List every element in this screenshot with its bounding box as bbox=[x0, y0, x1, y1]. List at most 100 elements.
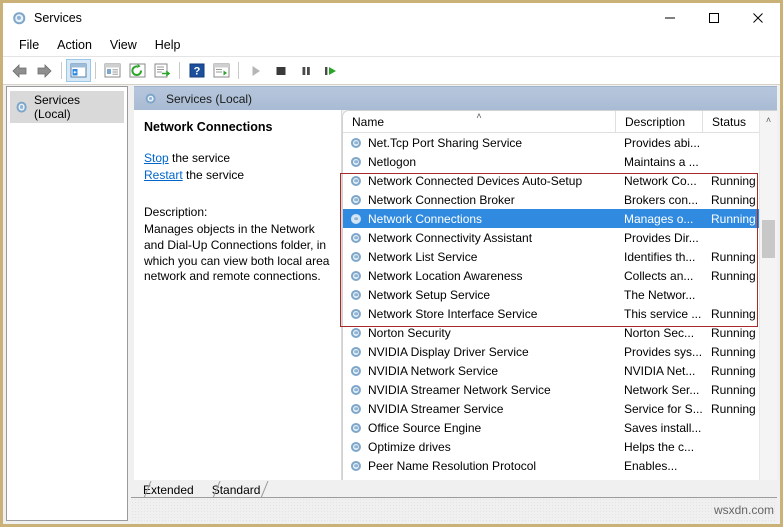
properties-icon[interactable] bbox=[100, 59, 125, 82]
service-gear-icon bbox=[349, 459, 363, 473]
table-row[interactable]: NVIDIA Network ServiceNVIDIA Net...Runni… bbox=[343, 361, 759, 380]
cell-description: Enables... bbox=[615, 459, 702, 473]
table-row[interactable]: Optimize drivesHelps the c... bbox=[343, 437, 759, 456]
cell-description: Identifies th... bbox=[615, 250, 702, 264]
restart-service-line: Restart the service bbox=[144, 168, 331, 184]
minimize-button[interactable] bbox=[648, 3, 692, 33]
service-name-label: Network Location Awareness bbox=[368, 269, 523, 283]
table-row[interactable]: NVIDIA Streamer Network ServiceNetwork S… bbox=[343, 380, 759, 399]
stop-service-link[interactable]: Stop bbox=[144, 151, 169, 165]
tree-item-services-local[interactable]: Services (Local) bbox=[10, 91, 124, 123]
table-row[interactable]: Network Setup ServiceThe Networ... bbox=[343, 285, 759, 304]
service-gear-icon bbox=[349, 155, 363, 169]
table-row[interactable]: Peer Name Resolution ProtocolEnables... bbox=[343, 456, 759, 475]
cell-description: Provides sys... bbox=[615, 345, 702, 359]
menu-action[interactable]: Action bbox=[48, 35, 101, 55]
service-gear-icon bbox=[349, 326, 363, 340]
table-row[interactable]: Network Connectivity AssistantProvides D… bbox=[343, 228, 759, 247]
service-detail-panel: Network Connections Stop the service Res… bbox=[134, 110, 342, 521]
cell-name: Network Connection Broker bbox=[343, 193, 615, 207]
show-action-pane-icon[interactable] bbox=[209, 59, 234, 82]
restart-service-icon[interactable] bbox=[318, 59, 343, 82]
help-icon[interactable]: ? bbox=[184, 59, 209, 82]
cell-status: Running bbox=[702, 326, 759, 340]
vertical-scrollbar[interactable]: ˄ ˅ bbox=[759, 111, 777, 521]
cell-name: Netlogon bbox=[343, 155, 615, 169]
results-pane-header: Services (Local) bbox=[134, 86, 777, 110]
table-row[interactable]: Network List Service Identifies th...Runn… bbox=[343, 247, 759, 266]
restart-service-suffix: the service bbox=[183, 168, 244, 182]
cell-status: Running bbox=[702, 307, 759, 321]
cell-name: NVIDIA Display Driver Service bbox=[343, 345, 615, 359]
scroll-up-button[interactable]: ˄ bbox=[760, 111, 777, 128]
table-row[interactable]: Network ConnectionsManages o...Running bbox=[343, 209, 759, 228]
stop-service-line: Stop the service bbox=[144, 151, 331, 167]
table-row[interactable]: Network Connected Devices Auto-SetupNetw… bbox=[343, 171, 759, 190]
menu-file[interactable]: File bbox=[10, 35, 48, 55]
table-row[interactable]: Net.Tcp Port Sharing ServiceProvides abi… bbox=[343, 133, 759, 152]
service-name-label: Net.Tcp Port Sharing Service bbox=[368, 136, 522, 150]
column-header-description[interactable]: Description bbox=[615, 111, 702, 132]
close-button[interactable] bbox=[736, 3, 780, 33]
cell-name: Optimize drives bbox=[343, 440, 615, 454]
service-gear-icon bbox=[349, 402, 363, 416]
cell-status: Running bbox=[702, 364, 759, 378]
table-row[interactable]: Network Location AwarenessCollects an...… bbox=[343, 266, 759, 285]
title-bar: Services bbox=[3, 3, 780, 33]
back-icon[interactable] bbox=[7, 59, 32, 82]
view-tabs-bar: Extended Standard bbox=[131, 480, 777, 521]
service-name-label: Network List Service bbox=[368, 250, 477, 264]
window-title: Services bbox=[34, 11, 82, 25]
tab-standard[interactable]: Standard bbox=[202, 481, 269, 498]
table-row[interactable]: Network Connection BrokerBrokers con...R… bbox=[343, 190, 759, 209]
table-row[interactable]: NVIDIA Display Driver ServiceProvides sy… bbox=[343, 342, 759, 361]
service-gear-icon bbox=[349, 307, 363, 321]
menu-view[interactable]: View bbox=[101, 35, 146, 55]
tab-extended[interactable]: Extended bbox=[133, 481, 202, 498]
table-row[interactable]: NetlogonMaintains a ... bbox=[343, 152, 759, 171]
cell-description: Saves install... bbox=[615, 421, 702, 435]
start-service-icon[interactable] bbox=[243, 59, 268, 82]
table-row[interactable]: Network Store Interface ServiceThis serv… bbox=[343, 304, 759, 323]
vertical-scroll-track[interactable] bbox=[760, 128, 777, 504]
refresh-icon[interactable] bbox=[125, 59, 150, 82]
vertical-scroll-thumb[interactable] bbox=[762, 220, 775, 258]
toolbar-separator bbox=[238, 62, 239, 79]
console-tree-pane: Services (Local) bbox=[6, 86, 128, 521]
column-header-name[interactable]: Name ˄ bbox=[343, 111, 615, 132]
view-tabs: Extended Standard bbox=[131, 480, 777, 498]
pause-service-icon[interactable] bbox=[293, 59, 318, 82]
service-name-label: Office Source Engine bbox=[368, 421, 481, 435]
services-list-main: Name ˄ Description Status Net.T bbox=[343, 111, 759, 521]
cell-status: Running bbox=[702, 345, 759, 359]
column-header-status[interactable]: Status bbox=[702, 111, 759, 132]
service-name-label: Network Connected Devices Auto-Setup bbox=[368, 174, 582, 188]
service-name-label: Optimize drives bbox=[368, 440, 451, 454]
service-name-label: NVIDIA Streamer Service bbox=[368, 402, 503, 416]
service-gear-icon bbox=[349, 250, 363, 264]
service-gear-icon bbox=[349, 231, 363, 245]
cell-name: Network Store Interface Service bbox=[343, 307, 615, 321]
status-area bbox=[131, 498, 777, 521]
cell-status: Running bbox=[702, 402, 759, 416]
table-row[interactable]: Norton SecurityNorton Sec...Running bbox=[343, 323, 759, 342]
forward-icon[interactable] bbox=[32, 59, 57, 82]
service-name-label: NVIDIA Network Service bbox=[368, 364, 498, 378]
cell-description: Norton Sec... bbox=[615, 326, 702, 340]
stop-service-icon[interactable] bbox=[268, 59, 293, 82]
restart-service-link[interactable]: Restart bbox=[144, 168, 183, 182]
export-list-icon[interactable] bbox=[150, 59, 175, 82]
table-row[interactable]: NVIDIA Streamer ServiceService for S...R… bbox=[343, 399, 759, 418]
menu-help[interactable]: Help bbox=[146, 35, 190, 55]
results-content: Network Connections Stop the service Res… bbox=[134, 110, 777, 521]
watermark: wsxdn.com bbox=[714, 503, 774, 517]
table-row[interactable]: Office Source Engine Saves install... bbox=[343, 418, 759, 437]
cell-description: The Networ... bbox=[615, 288, 702, 302]
cell-status: Running bbox=[702, 250, 759, 264]
tab-edge-right bbox=[260, 481, 269, 498]
maximize-button[interactable] bbox=[692, 3, 736, 33]
cell-name: Network Connections bbox=[343, 212, 615, 226]
cell-name: Net.Tcp Port Sharing Service bbox=[343, 136, 615, 150]
sort-ascending-icon: ˄ bbox=[476, 111, 481, 121]
show-hide-tree-icon[interactable] bbox=[66, 59, 91, 82]
